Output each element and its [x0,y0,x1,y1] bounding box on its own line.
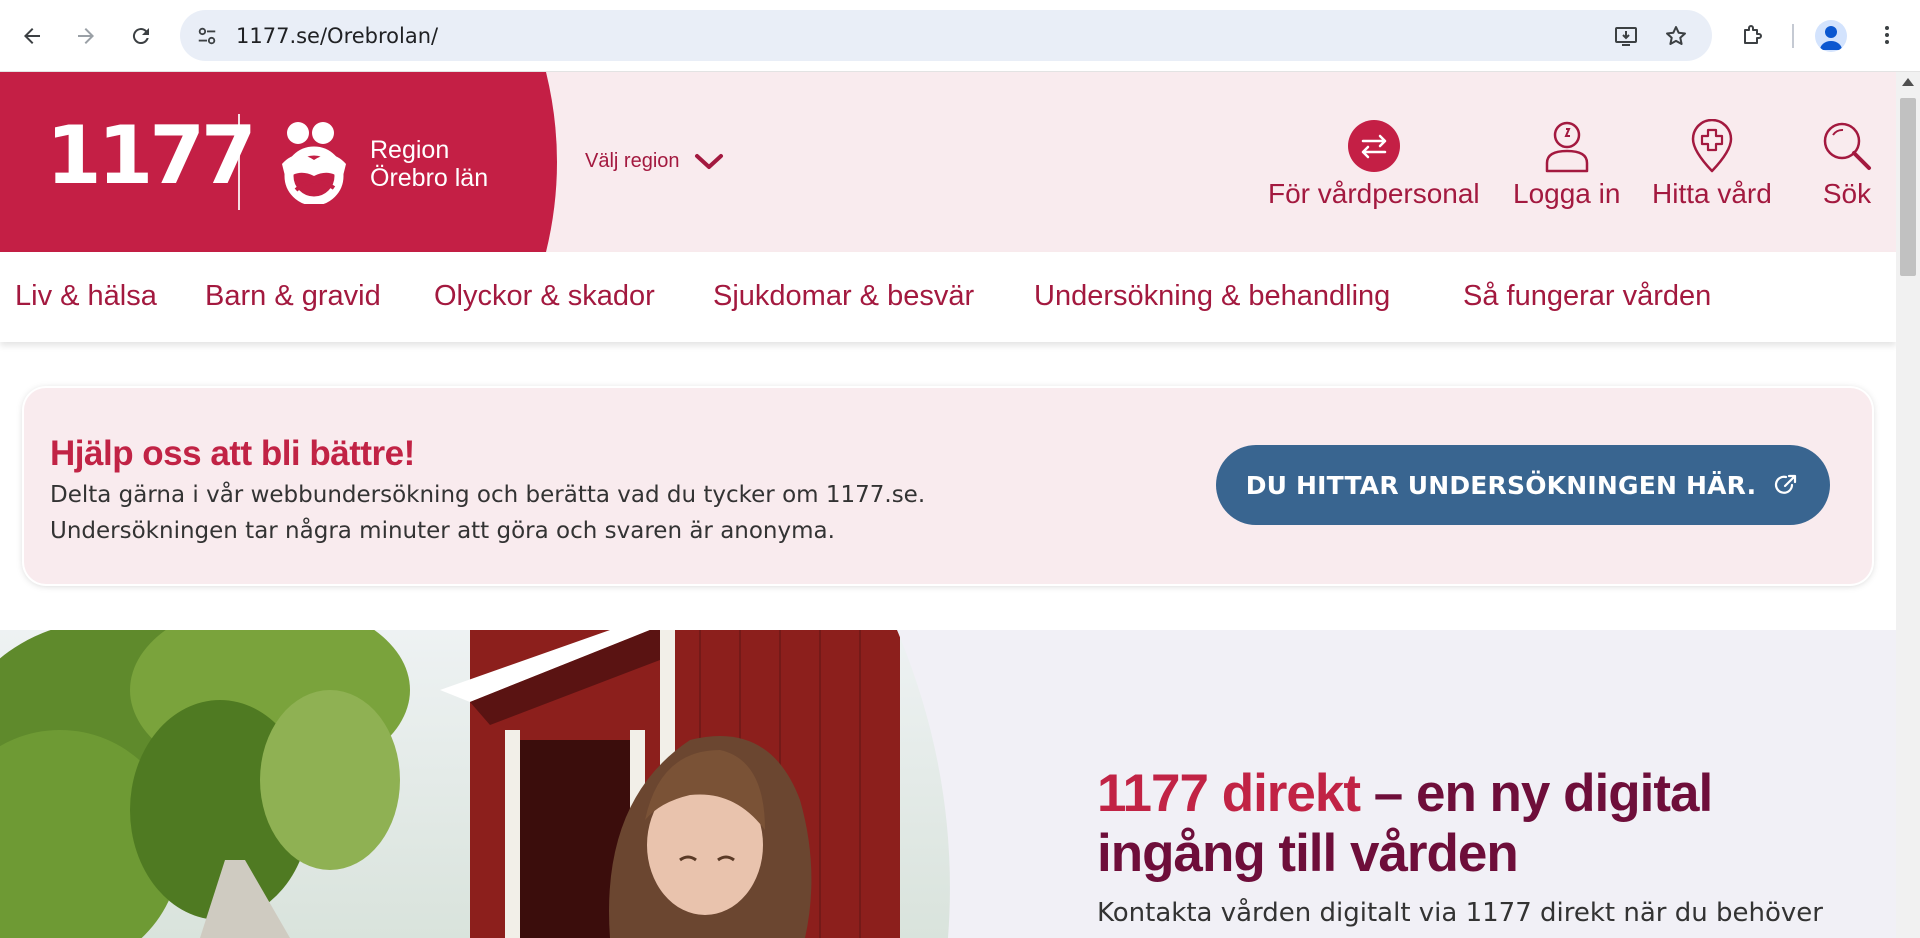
brand-block: 1177 Region Örebro län [0,72,560,252]
profile-button[interactable] [1815,20,1847,52]
chevron-down-icon [694,153,723,169]
scroll-up-arrow-icon[interactable] [1902,78,1914,86]
survey-banner: Hjälp oss att bli bättre! Delta gärna i … [24,388,1872,584]
nav-item-sa-fungerar-varden[interactable]: Så fungerar vården [1463,280,1711,313]
hero-photo [0,630,950,938]
region-name: Region Örebro län [370,136,488,192]
chrome-menu-button[interactable] [1870,18,1904,52]
puzzle-icon [1744,25,1762,44]
main-navigation: Liv & hälsa Barn & gravid Olyckor & skad… [0,252,1896,342]
survey-title: Hjälp oss att bli bättre! [50,434,415,473]
find-care-link[interactable]: Hitta vård [1652,118,1772,210]
reload-icon [132,28,149,45]
back-button[interactable] [14,18,50,54]
site-header: 1177 Region Örebro län Välj region För v… [0,72,1896,252]
region-selector-label: Välj region [585,150,680,172]
for-care-staff-label: För vårdpersonal [1268,178,1480,209]
hero-title: 1177 direkt – en ny digital ingång till … [1097,764,1857,884]
nav-item-sjukdomar-besvar[interactable]: Sjukdomar & besvär [713,280,974,313]
install-app-icon [1615,27,1637,46]
scrollbar-thumb[interactable] [1900,98,1916,276]
login-label: Logga in [1513,178,1621,209]
for-care-staff-link[interactable]: För vårdpersonal [1268,118,1480,210]
search-label: Sök [1822,178,1872,209]
search-icon [1819,118,1875,174]
login-link[interactable]: Logga in [1513,118,1620,210]
user-icon [1539,118,1595,174]
find-care-label: Hitta vård [1652,178,1772,209]
nav-item-olyckor-skador[interactable]: Olyckor & skador [434,280,655,313]
hero-title-highlight: 1177 direkt [1097,764,1361,823]
survey-button[interactable]: DU HITTAR UNDERSÖKNINGEN HÄR. [1216,445,1830,525]
external-link-icon [1775,474,1797,494]
region-name-line2: Örebro län [370,164,489,192]
search-link[interactable]: Sök [1819,118,1875,210]
page-scrollbar[interactable] [1896,72,1920,938]
tune-icon [198,27,216,45]
swap-arrows-icon [1346,118,1402,174]
site-info-button[interactable] [194,23,220,49]
nav-item-barn-gravid[interactable]: Barn & gravid [205,280,381,313]
hero-text: Kontakta vården digitalt via 1177 direkt… [1097,898,1823,928]
toolbar-divider [1792,24,1794,48]
nav-item-liv-halsa[interactable]: Liv & hälsa [15,280,157,313]
forward-button[interactable] [68,18,104,54]
logo-1177[interactable]: 1177 [46,116,257,196]
install-app-button[interactable] [1612,22,1640,50]
survey-text-line1: Delta gärna i vår webbundersökning och b… [50,482,926,508]
region-name-line1: Region [370,136,450,164]
extensions-button[interactable] [1736,18,1770,52]
survey-text-line2: Undersökningen tar några minuter att gör… [50,518,835,544]
brand-divider [238,114,240,210]
star-icon [1666,26,1686,45]
browser-toolbar: 1177.se/Orebrolan/ [0,0,1920,72]
survey-button-label: DU HITTAR UNDERSÖKNINGEN HÄR. [1245,470,1757,500]
region-selector[interactable]: Välj region [585,150,724,173]
arrow-left-icon [24,28,40,44]
person-icon [1820,26,1842,50]
arrow-right-icon [78,28,94,44]
url-text[interactable]: 1177.se/Orebrolan/ [236,24,438,48]
location-plus-icon [1684,118,1740,174]
reload-button[interactable] [123,18,159,54]
region-orebro-logo-icon[interactable] [274,120,354,204]
more-vertical-icon [1885,26,1889,44]
nav-item-undersokning-behandling[interactable]: Undersökning & behandling [1034,280,1390,313]
address-bar[interactable]: 1177.se/Orebrolan/ [180,10,1712,61]
bookmark-button[interactable] [1662,22,1690,50]
hero-section: 1177 direkt – en ny digital ingång till … [0,630,1896,938]
